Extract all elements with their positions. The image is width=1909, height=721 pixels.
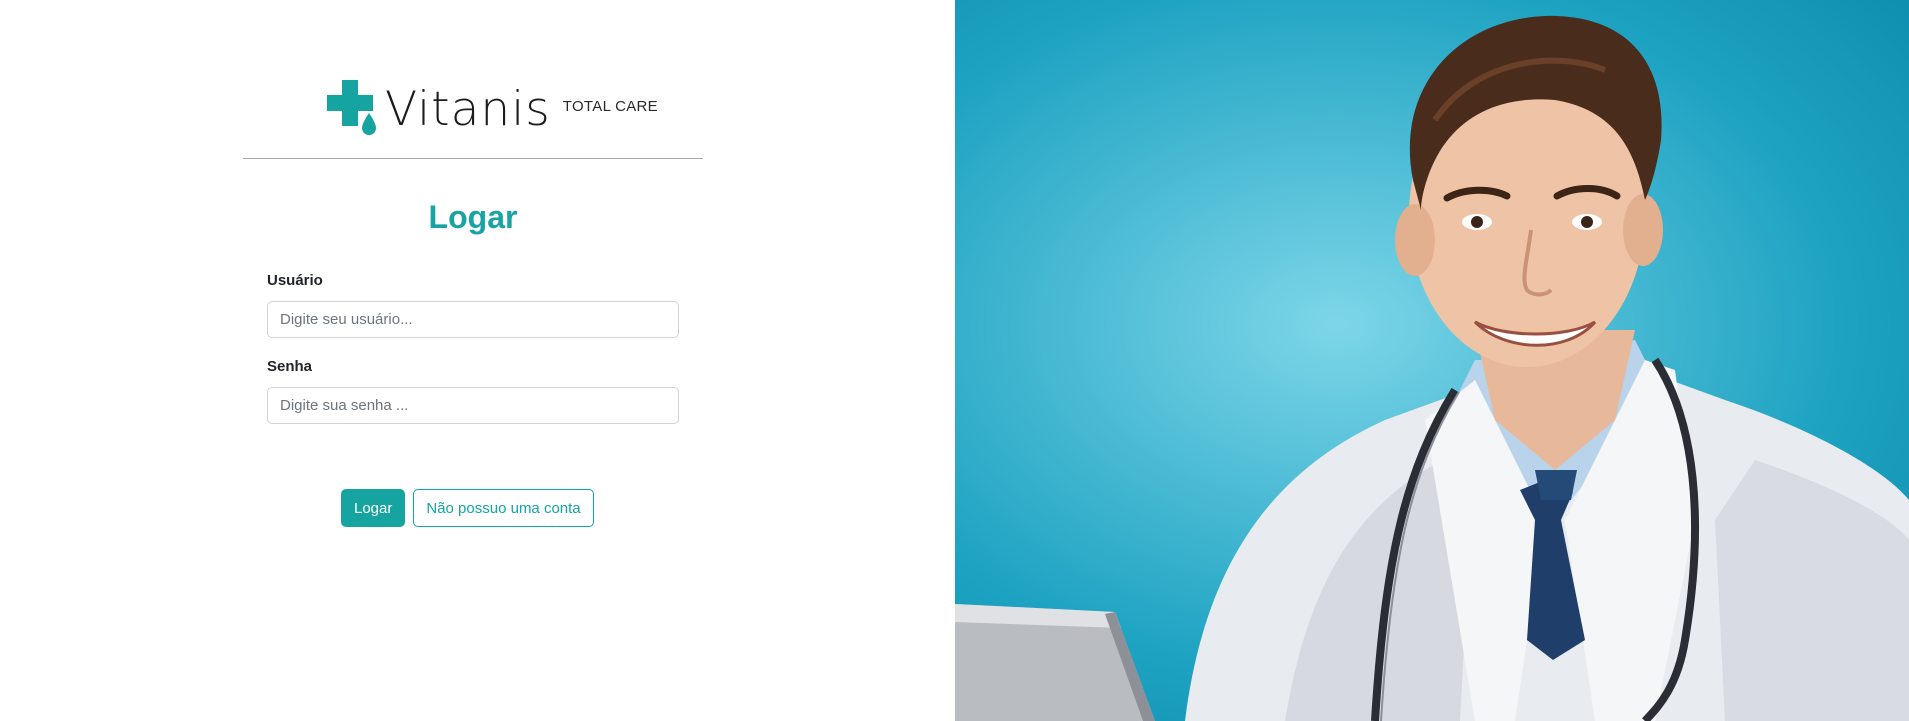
header-divider <box>243 158 703 159</box>
login-title: Logar <box>428 199 518 235</box>
login-page: Vitanis TOTAL CARE Logar Usuário Senha L… <box>0 0 1909 721</box>
hero-image <box>955 0 1909 721</box>
medical-cross-drop-icon <box>325 78 381 138</box>
login-button[interactable]: Logar <box>341 489 406 527</box>
no-account-button[interactable]: Não possuo uma conta <box>413 489 594 527</box>
password-label: Senha <box>267 358 313 375</box>
brand-tagline: TOTAL CARE <box>562 97 658 115</box>
login-panel: Vitanis TOTAL CARE Logar Usuário Senha L… <box>0 0 955 721</box>
brand-header: Vitanis TOTAL CARE <box>325 76 658 140</box>
username-input[interactable] <box>267 301 679 338</box>
username-label: Usuário <box>267 272 323 289</box>
password-input[interactable] <box>267 387 679 424</box>
brand-name: Vitanis <box>385 81 551 137</box>
smiling-doctor-with-stethoscope-photo <box>955 15 1909 721</box>
form-actions: Logar Não possuo uma conta <box>341 489 594 527</box>
